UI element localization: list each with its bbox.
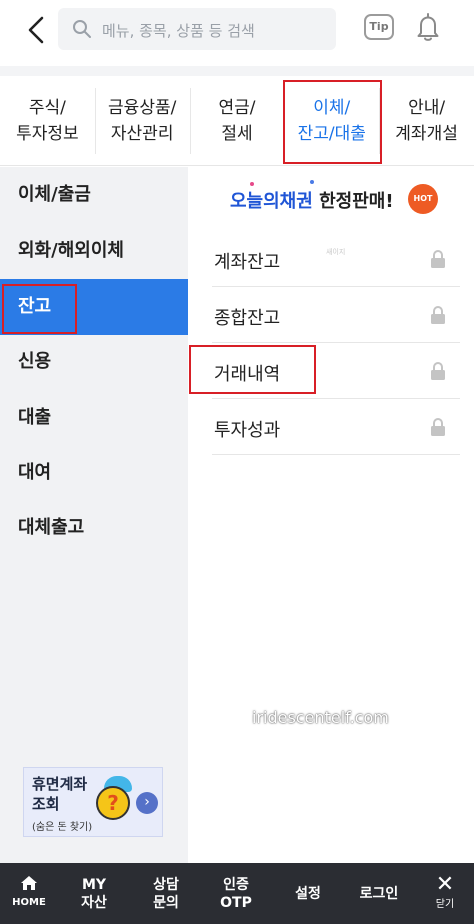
chevron-right-icon: › — [136, 792, 158, 814]
bottom-item-label: 상담 문의 — [153, 876, 179, 911]
tab-stocks[interactable]: 주식/ 투자정보 — [0, 76, 95, 166]
tab-label: 연금/ 절세 — [218, 98, 256, 144]
sidebar-item-transfer[interactable]: 이체/출금 — [0, 167, 188, 223]
close-icon: ✕ — [435, 871, 455, 897]
lock-icon — [431, 362, 445, 380]
search-icon — [73, 20, 91, 38]
home-label: HOME — [12, 897, 46, 908]
sidebar-item-transfer-out[interactable]: 대체출고 — [0, 500, 188, 556]
bottom-close-button[interactable]: ✕ 닫기 — [422, 863, 468, 924]
bottom-otp-button[interactable]: 인증 OTP — [206, 863, 266, 924]
lock-icon — [431, 306, 445, 324]
banner-title: 휴면계좌 조회 — [32, 775, 88, 813]
search-placeholder: 메뉴, 종목, 상품 등 검색 — [102, 22, 255, 40]
list-item-label: 계좌잔고 — [214, 252, 281, 273]
sidebar-item-credit[interactable]: 신용 — [0, 334, 188, 390]
bottom-settings-button[interactable]: 설정 — [278, 863, 338, 924]
list-item-label: 종합잔고 — [214, 308, 281, 329]
highlight-box-transaction-history — [189, 345, 316, 394]
category-tabs: 주식/ 투자정보 금융상품/ 자산관리 연금/ 절세 이체/ 잔고/대출 안내/… — [0, 76, 474, 166]
highlight-box-tab — [283, 80, 382, 164]
list-item-label: 투자성과 — [214, 420, 281, 441]
bottom-login-button[interactable]: 로그인 — [344, 863, 414, 924]
tab-financial-products[interactable]: 금융상품/ 자산관리 — [94, 76, 190, 166]
sidebar-item-foreign-transfer[interactable]: 외화/해외이체 — [0, 223, 188, 279]
sidebar-item-loan[interactable]: 대출 — [0, 390, 188, 446]
bottom-item-label: 인증 OTP — [220, 876, 252, 911]
sparkle-dot — [250, 182, 254, 186]
promo-banner[interactable]: 오늘의채권 한정판매! HOT — [188, 170, 474, 228]
watermark-text: iridescentelf.com — [252, 708, 389, 727]
tab-label: 안내/ 계좌개설 — [395, 98, 458, 144]
bottom-item-label: 로그인 — [359, 885, 399, 902]
bottom-home-button[interactable]: HOME — [6, 863, 52, 924]
lock-icon — [431, 250, 445, 268]
promo-rest: 한정판매! — [312, 191, 394, 212]
back-arrow-icon[interactable] — [22, 14, 50, 46]
list-item-investment-performance[interactable]: 투자성과 — [212, 399, 460, 455]
sparkle-dot — [310, 180, 314, 184]
question-mark-icon: ? — [96, 786, 130, 820]
bell-icon[interactable] — [414, 12, 442, 42]
bottom-my-assets-button[interactable]: MY 자산 — [64, 863, 124, 924]
promo-highlight: 오늘의채권 — [230, 191, 313, 212]
banner-subtitle: (숨은 돈 찾기) — [32, 822, 93, 833]
tab-label: 금융상품/ 자산관리 — [108, 98, 177, 144]
hot-badge: HOT — [408, 184, 438, 214]
tab-label: 주식/ 투자정보 — [16, 98, 79, 144]
bottom-consult-button[interactable]: 상담 문의 — [136, 863, 196, 924]
promo-text: 오늘의채권 한정판매! — [230, 187, 394, 213]
tip-button[interactable]: Tip — [364, 14, 394, 40]
divider-band — [0, 66, 474, 76]
home-icon — [21, 876, 37, 890]
tab-pension[interactable]: 연금/ 절세 — [189, 76, 285, 166]
top-header: 메뉴, 종목, 상품 등 검색 Tip — [0, 0, 474, 62]
bottom-item-label: MY 자산 — [81, 876, 107, 911]
lock-icon — [431, 418, 445, 436]
list-item-total-balance[interactable]: 종합잔고 — [212, 287, 460, 343]
sidebar-item-lending[interactable]: 대여 — [0, 445, 188, 501]
tab-guide-account-opening[interactable]: 안내/ 계좌개설 — [379, 76, 474, 166]
bottom-item-label: 설정 — [295, 885, 321, 902]
search-bar[interactable]: 메뉴, 종목, 상품 등 검색 — [58, 8, 336, 50]
list-item-account-balance[interactable]: 계좌잔고 — [212, 231, 460, 287]
sidebar: 이체/출금 외화/해외이체 잔고 신용 대출 대여 대체출고 — [0, 167, 188, 863]
bottom-navigation-bar: HOME MY 자산 상담 문의 인증 OTP 설정 로그인 ✕ 닫기 — [0, 863, 474, 924]
highlight-box-balance — [2, 284, 77, 334]
dormant-account-banner[interactable]: 휴면계좌 조회 (숨은 돈 찾기) ? › — [23, 767, 163, 837]
close-label: 닫기 — [435, 898, 455, 910]
